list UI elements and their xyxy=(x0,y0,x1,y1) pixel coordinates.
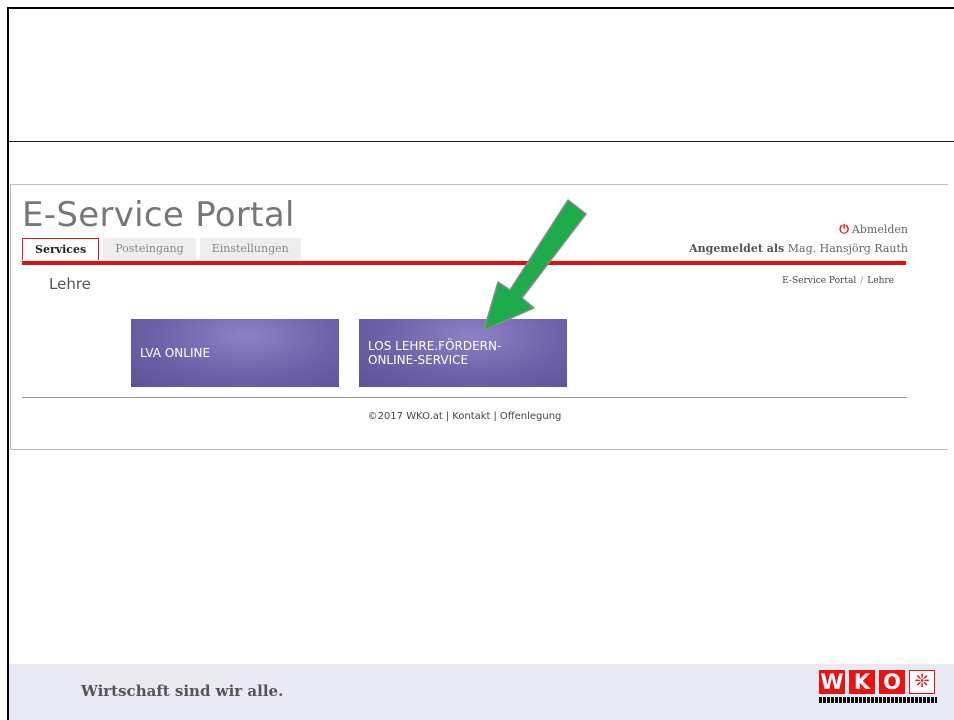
tab-services[interactable]: Services xyxy=(22,238,100,260)
logged-in-user: Angemeldet als Mag. Hansjörg Rauth xyxy=(689,242,908,255)
logo-subtitle-strip xyxy=(819,697,937,703)
header-divider xyxy=(22,261,906,265)
breadcrumb-item-lehre: Lehre xyxy=(867,276,894,286)
tile-label: LVA ONLINE xyxy=(140,346,211,360)
footer-link-kontakt[interactable]: Kontakt xyxy=(452,411,490,422)
breadcrumb: E-Service Portal / Lehre xyxy=(782,276,894,286)
tile-lva-online[interactable]: LVA ONLINE xyxy=(131,319,339,387)
power-icon: ⏻ xyxy=(839,222,849,236)
footer-divider xyxy=(22,397,907,398)
footer-link-offenlegung[interactable]: Offenlegung xyxy=(500,411,562,422)
breadcrumb-item-portal[interactable]: E-Service Portal xyxy=(782,276,856,286)
logo-letter-k: K xyxy=(849,670,875,694)
tile-los-lehre-foerdern[interactable]: LOS LEHRE.FÖRDERN- ONLINE-SERVICE xyxy=(359,319,567,387)
slide-title-area xyxy=(9,9,954,142)
footer-separator: | xyxy=(493,411,497,422)
copyright: ©2017 WKO.at xyxy=(367,411,443,422)
section-title: Lehre xyxy=(49,275,91,293)
tab-einstellungen[interactable]: Einstellungen xyxy=(199,238,301,260)
tab-posteingang[interactable]: Posteingang xyxy=(103,238,196,260)
logo-letter-o: O xyxy=(879,670,905,694)
slide-footer: Wirtschaft sind wir alle. W K O ❊ xyxy=(9,664,954,720)
slogan: Wirtschaft sind wir alle. xyxy=(81,682,284,700)
portal-footer: ©2017 WKO.at | Kontakt | Offenlegung xyxy=(11,411,918,422)
tile-label-line1: LOS LEHRE.FÖRDERN- xyxy=(368,339,502,353)
footer-separator: | xyxy=(445,411,450,422)
logo-letter-w: W xyxy=(819,670,845,694)
eagle-icon: ❊ xyxy=(909,670,935,694)
portal-screenshot: E-Service Portal Services Posteingang Ei… xyxy=(10,184,948,450)
logout-link[interactable]: ⏻ Abmelden xyxy=(839,222,908,237)
logged-in-prefix: Angemeldet als xyxy=(689,242,785,255)
portal-tabs: Services Posteingang Einstellungen xyxy=(22,238,305,260)
user-name: Mag. Hansjörg Rauth xyxy=(787,242,908,255)
wko-logo: W K O ❊ xyxy=(819,670,937,703)
tile-label-line2: ONLINE-SERVICE xyxy=(368,353,469,367)
breadcrumb-separator: / xyxy=(860,276,864,286)
portal-title: E-Service Portal xyxy=(22,195,295,235)
logout-label: Abmelden xyxy=(851,223,908,236)
